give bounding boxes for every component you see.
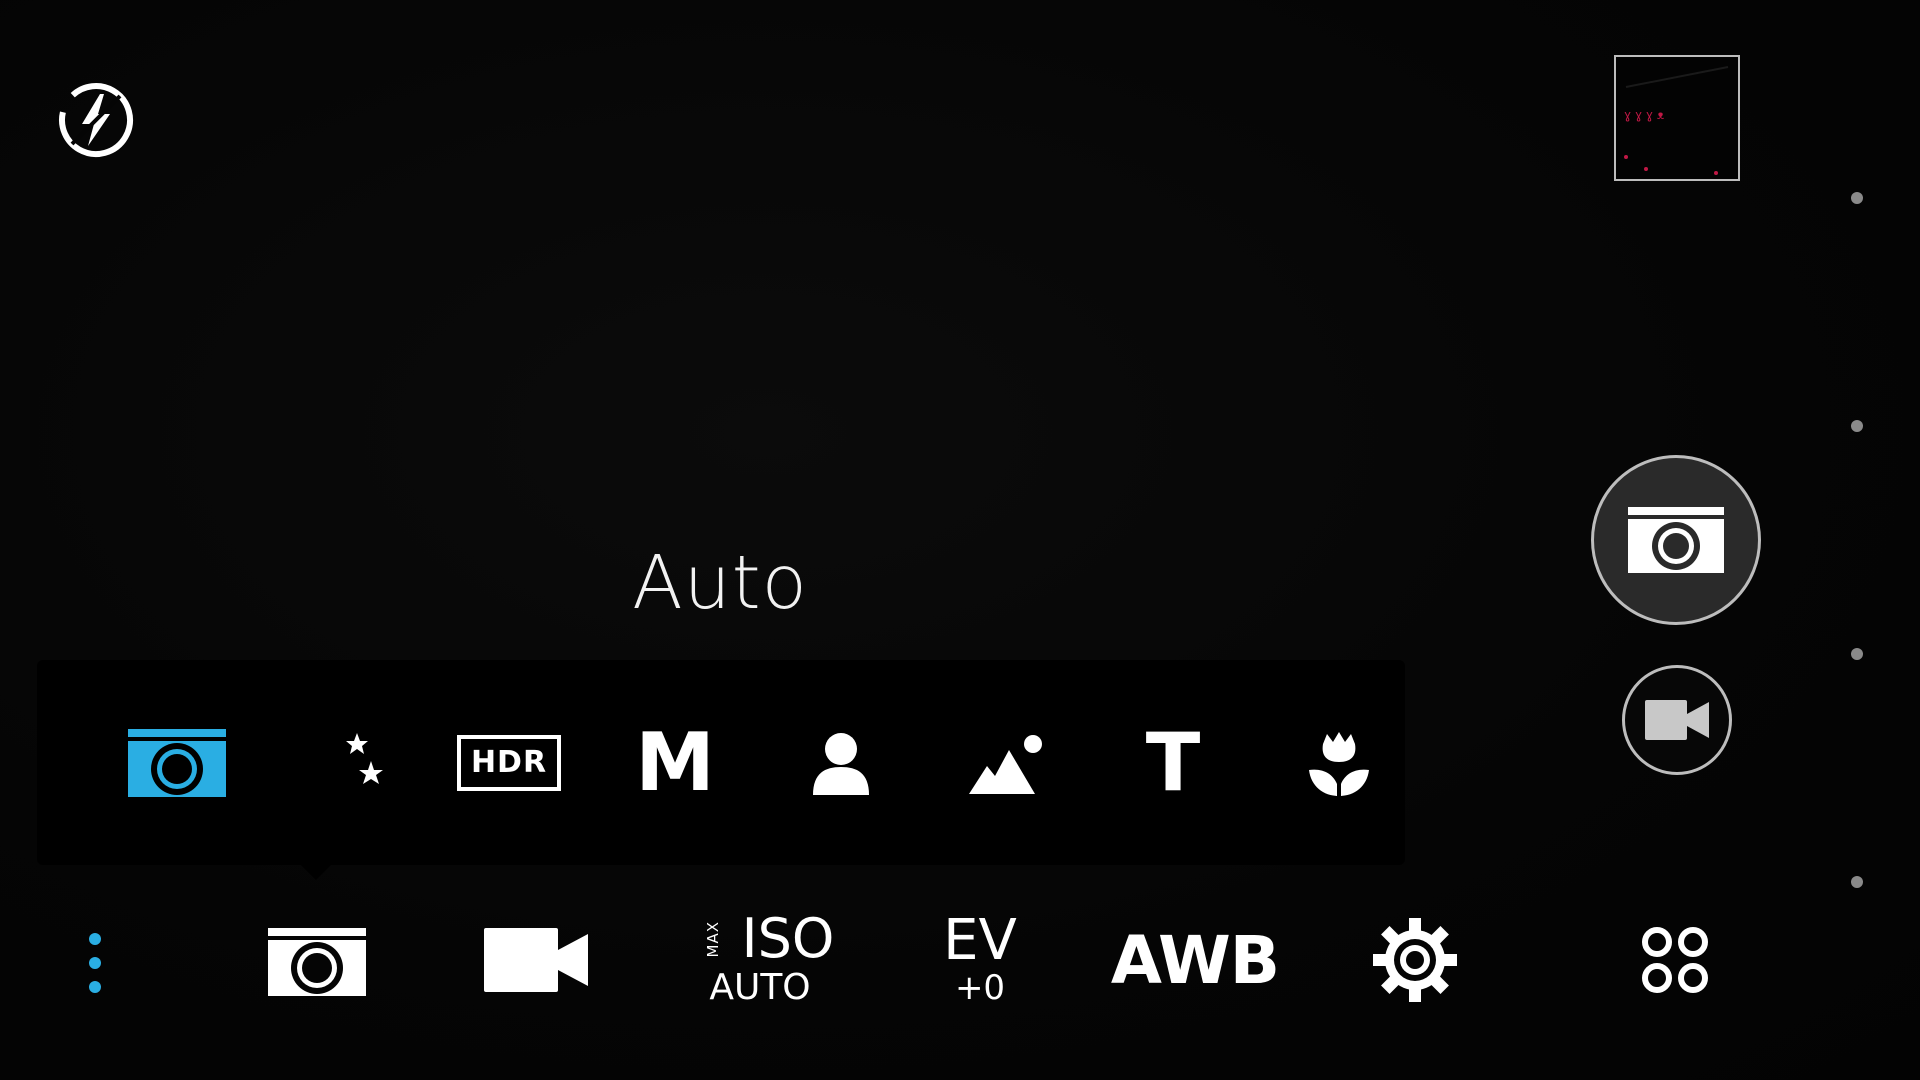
mountain-icon [969, 734, 1042, 794]
mode-auto[interactable] [94, 660, 260, 865]
flower-icon [1309, 731, 1369, 796]
mode-manual[interactable]: M [592, 660, 758, 865]
exposure-setting-button[interactable]: EV +0 [920, 910, 1040, 1010]
flash-off-icon [59, 83, 133, 157]
mode-hdr[interactable]: HDR [426, 660, 592, 865]
hdr-icon: HDR [456, 734, 562, 791]
camera-viewfinder[interactable]: ɣ ɣ ɣ ᴥ Auto HDR M T MAX ISO AUTO EV +0 … [0, 0, 1920, 1080]
gallery-thumbnail[interactable]: ɣ ɣ ɣ ᴥ [1614, 55, 1740, 181]
video-camera-icon [484, 928, 588, 992]
ev-label: EV [943, 908, 1017, 973]
iso-label-row: MAX ISO [686, 912, 835, 966]
iso-label: ISO [741, 907, 835, 970]
white-balance-button[interactable]: AWB [1110, 920, 1280, 1000]
mode-portrait[interactable] [758, 660, 924, 865]
svg-text:ɣ ɣ ɣ ᴥ: ɣ ɣ ɣ ᴥ [1624, 108, 1665, 122]
current-mode-label: Auto [632, 540, 808, 626]
text-icon: T [1145, 715, 1201, 809]
edge-indicator-dot [1851, 648, 1863, 660]
edge-indicator-dot [1851, 192, 1863, 204]
more-vertical-icon [89, 932, 101, 993]
mode-panel-pointer [300, 864, 332, 880]
iso-value: AUTO [709, 967, 811, 1008]
thumbnail-image: ɣ ɣ ɣ ᴥ [1616, 57, 1738, 179]
record-video-button[interactable] [1622, 665, 1732, 775]
person-icon [813, 732, 869, 795]
camera-icon [268, 928, 366, 996]
video-camera-icon [1645, 700, 1709, 740]
mode-landscape[interactable] [924, 660, 1090, 865]
camera-icon [1628, 507, 1724, 573]
awb-label: AWB [1110, 921, 1280, 999]
ev-value: +0 [954, 968, 1006, 1008]
camera-icon [128, 728, 226, 797]
night-moon-icon [305, 730, 383, 795]
shutter-button[interactable] [1591, 455, 1761, 625]
iso-max-label: MAX [703, 920, 722, 958]
video-mode-button[interactable] [480, 920, 592, 1000]
grid-icon [1642, 927, 1708, 993]
edge-indicator-dot [1851, 420, 1863, 432]
photo-mode-button[interactable] [262, 922, 372, 1002]
settings-button[interactable] [1370, 915, 1460, 1005]
mode-text[interactable]: T [1090, 660, 1256, 865]
iso-setting-button[interactable]: MAX ISO AUTO [690, 910, 835, 1010]
apps-grid-button[interactable] [1630, 915, 1720, 1005]
flash-toggle-button[interactable] [56, 80, 136, 160]
manual-icon: M [635, 715, 715, 809]
more-options-button[interactable] [70, 925, 120, 1000]
edge-indicator-dot [1851, 876, 1863, 888]
mode-macro[interactable] [1256, 660, 1422, 865]
mode-night[interactable] [260, 660, 426, 865]
scene-mode-panel: HDR M T [37, 660, 1405, 865]
gear-icon [1373, 918, 1457, 1002]
